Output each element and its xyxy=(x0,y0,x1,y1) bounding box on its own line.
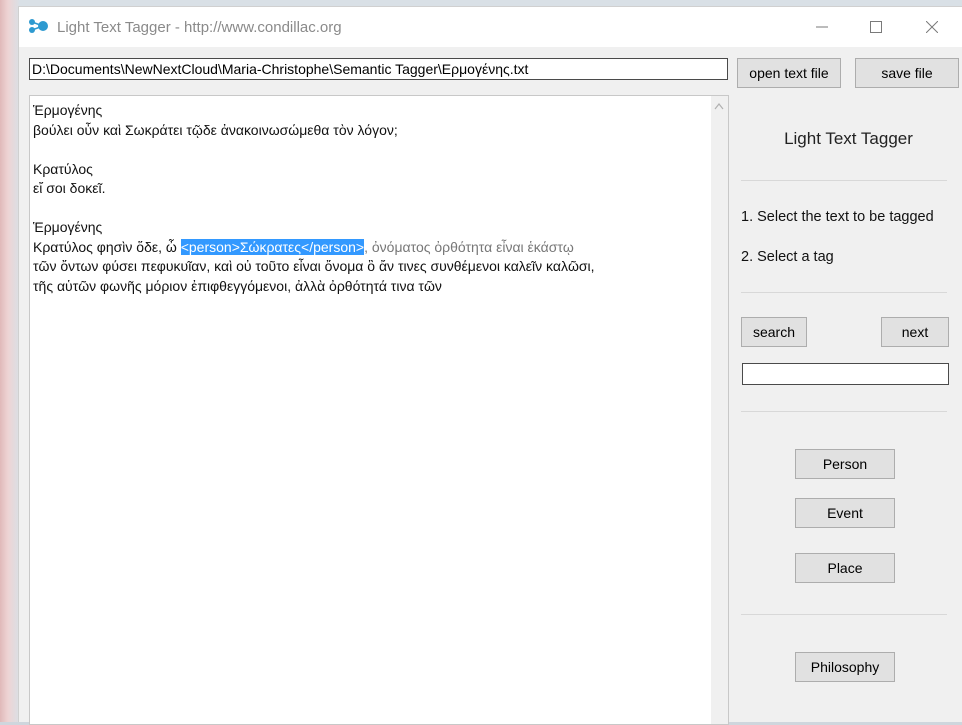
text-line: τῶν ὄντων φύσει πεφυκυῖαν, καὶ οὐ τοῦτο … xyxy=(33,258,595,274)
maximize-icon xyxy=(870,21,882,33)
tagged-text-line: Κρατύλος φησὶν ὅδε, ὦ <person>Σώκρατες</… xyxy=(33,238,703,258)
maximize-button[interactable] xyxy=(853,7,899,47)
selected-tagged-text[interactable]: <person>Σώκρατες</person> xyxy=(180,238,365,255)
title-bar: Light Text Tagger - http://www.condillac… xyxy=(19,7,962,47)
close-button[interactable] xyxy=(909,7,955,47)
text-line: τῆς αὑτῶν φωνῆς μόριον ἐπιφθεγγόμενοι, ἀ… xyxy=(33,277,442,294)
text-line: εἴ σοι δοκεῖ. xyxy=(33,180,106,196)
tag-event-button[interactable]: Event xyxy=(795,498,895,528)
tag-place-button[interactable]: Place xyxy=(795,553,895,583)
minimize-icon xyxy=(816,26,828,28)
instruction-step-1: 1. Select the text to be tagged xyxy=(741,209,934,225)
text-line: Κρατύλος xyxy=(33,160,93,177)
close-icon xyxy=(926,21,938,33)
search-button[interactable]: search xyxy=(741,317,807,347)
minimize-button[interactable] xyxy=(799,7,845,47)
window-title: Light Text Tagger - http://www.condillac… xyxy=(57,19,342,36)
text-editor[interactable]: Ἑρμογένης βούλει οὖν καὶ Σωκράτει τῷδε ἀ… xyxy=(29,95,729,725)
divider xyxy=(741,614,947,615)
instruction-step-2: 2. Select a tag xyxy=(741,249,834,265)
save-file-button[interactable]: save file xyxy=(855,58,959,88)
vertical-scrollbar[interactable] xyxy=(711,96,728,724)
editor-content[interactable]: Ἑρμογένης βούλει οὖν καὶ Σωκράτει τῷδε ἀ… xyxy=(33,101,703,296)
divider xyxy=(741,180,947,181)
file-path-field[interactable]: D:\Documents\NewNextCloud\Maria-Christop… xyxy=(29,58,728,80)
app-icon xyxy=(29,19,48,33)
open-text-file-button[interactable]: open text file xyxy=(737,58,841,88)
next-button[interactable]: next xyxy=(881,317,949,347)
app-window: Light Text Tagger - http://www.condillac… xyxy=(18,6,962,725)
text-line: βούλει οὖν καὶ Σωκράτει τῷδε ἀνακοινωσώμ… xyxy=(33,121,398,138)
text-before-selection: Κρατύλος φησὶν ὅδε, ὦ xyxy=(33,238,181,255)
divider xyxy=(741,411,947,412)
text-line: Ἑρμογένης xyxy=(33,219,103,235)
search-input[interactable] xyxy=(742,363,949,385)
tag-philosophy-button[interactable]: Philosophy xyxy=(795,652,895,682)
tag-person-button[interactable]: Person xyxy=(795,449,895,479)
sidebar-title: Light Text Tagger xyxy=(784,129,913,148)
text-line xyxy=(33,199,703,219)
text-line: Ἑρμογένης xyxy=(33,102,103,118)
divider xyxy=(741,292,947,293)
text-after-selection: , ὀνόματος ὀρθότητα εἶναι ἑκάστῳ xyxy=(364,238,574,255)
scroll-up-arrow-icon[interactable] xyxy=(714,102,724,110)
text-line xyxy=(33,140,703,160)
